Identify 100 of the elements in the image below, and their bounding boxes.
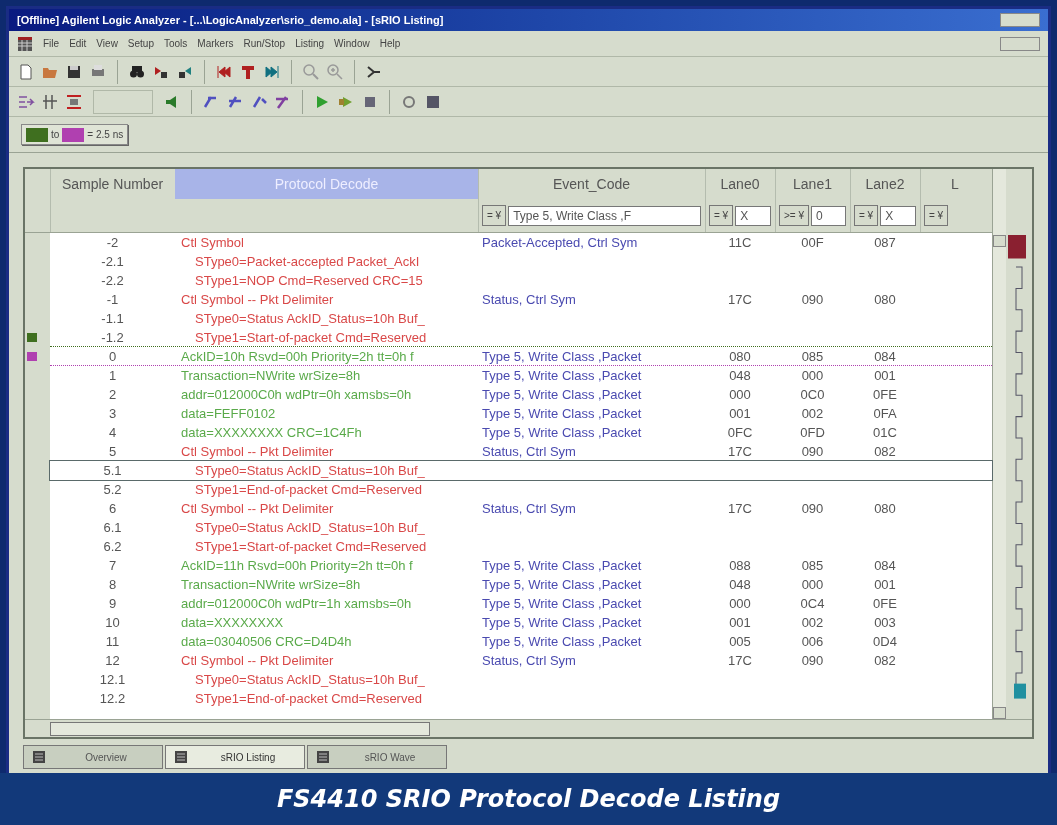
filter-operator[interactable]: = ¥ [709,205,734,226]
lane-value: 17C [727,502,753,515]
window-title: [Offline] Agilent Logic Analyzer - [...\LogicAnalyzer\srio_demo.ala] - [sRIO Listing] [17,12,444,28]
lane-value: 000 [800,578,825,591]
lane-value: 0FE [872,597,898,610]
event-code: Type 5, Write Class ,Packet [481,350,643,363]
sample-number: -2.2 [100,274,125,287]
lane-value: 090 [800,502,825,515]
lane-value: 048 [728,578,752,591]
event-code: Type 5, Write Class ,Packet [481,597,643,610]
lane-value: 0C0 [799,388,826,401]
column-header[interactable]: L [920,169,990,199]
menu-item[interactable]: Window [334,36,370,51]
decode-text: SType1=NOP Cmd=Reserved CRC=15 [194,272,424,289]
view-tab[interactable]: Overview [23,745,163,769]
decode-text: Ctl Symbol [180,234,245,251]
lane-value: 084 [873,350,897,363]
sample-number: 6.2 [102,540,123,553]
filter-operator[interactable]: = ¥ [482,205,507,226]
lane-value: 001 [728,407,752,420]
lane-value: 088 [728,559,752,572]
lane-value: 0FE [872,388,898,401]
column-header[interactable]: Lane1 [775,169,850,199]
event-code: Packet-Accepted, Ctrl Sym [481,236,639,249]
lane-value: 001 [728,616,752,629]
decode-text: AckID=10h Rsvd=00h Priority=2h tt=0h f [180,348,415,365]
lane-value: 006 [800,635,825,648]
column-header[interactable]: Lane2 [850,169,920,199]
selected-row[interactable]: 5.1 SType0=Status AckID_Status=10h Buf_ [50,461,992,480]
menu-item[interactable]: Help [379,36,401,51]
menu-item[interactable]: Setup [127,36,154,51]
lane-value: 000 [728,388,752,401]
event-code: Status, Ctrl Sym [481,502,577,515]
menu-item[interactable]: Listing [295,36,325,51]
lane-value: 0D4 [872,635,898,648]
event-code: Type 5, Write Class ,Packet [481,559,643,572]
lane-value: 0FC [726,426,754,439]
decode-text: SType0=Status AckID_Status=10h Buf_ [194,519,426,536]
sample-number: 5.1 [102,464,123,477]
filter-field[interactable]: X [735,205,771,226]
sample-number: 12 [104,654,121,667]
filter-field[interactable]: X [880,205,916,226]
decode-text: Ctl Symbol -- Pkt Delimiter [180,443,335,460]
lane-value: 17C [727,293,753,306]
lane-value: 11C [727,236,753,249]
decode-text: data=XXXXXXXX CRC=1C4Fh [180,424,363,441]
lane-value: 00F [800,236,825,249]
filter-field[interactable]: Type 5, Write Class ,F [508,205,701,226]
decode-text: SType0=Packet-accepted Packet_AckI [194,253,421,270]
event-code: Type 5, Write Class ,Packet [481,407,643,420]
filter-operator[interactable]: >= ¥ [779,205,810,226]
lane-value: 01C [872,426,898,439]
sample-number: -1.2 [100,331,125,344]
decode-text: Transaction=NWrite wrSize=8h [180,576,362,593]
sample-number: 2 [107,388,118,401]
event-code: Type 5, Write Class ,Packet [481,388,643,401]
decode-text: SType0=Status AckID_Status=10h Buf_ [194,671,426,688]
sample-number: -1 [105,293,120,306]
menu-item[interactable]: Run/Stop [243,36,286,51]
lane-value: 090 [800,293,825,306]
lane-value: 080 [728,350,752,363]
lane-value: 090 [800,445,825,458]
sample-number: -2.1 [100,255,125,268]
column-header[interactable]: Lane0 [705,169,775,199]
filter-operator[interactable]: = ¥ [854,205,879,226]
sample-number: 6 [107,502,118,515]
column-header[interactable]: Event_Code [478,169,705,199]
event-code: Status, Ctrl Sym [481,293,577,306]
lane-value: 003 [873,616,897,629]
sample-number: 6.1 [102,521,123,534]
menu-item[interactable]: Markers [197,36,234,51]
lane-value: 17C [727,445,753,458]
sample-number: 10 [104,616,121,629]
menu-item[interactable]: Edit [69,36,87,51]
lane-value: 001 [873,578,897,591]
view-tab[interactable]: sRIO Wave [307,745,447,769]
sample-number: 9 [107,597,118,610]
decode-text: data=XXXXXXXX [180,614,285,631]
lane-value: 002 [800,407,825,420]
menu-item[interactable]: File [43,36,60,51]
menu-item[interactable]: Tools [164,36,188,51]
filter-operator[interactable]: = ¥ [924,205,949,226]
event-code: Status, Ctrl Sym [481,654,577,667]
decode-text: SType0=Status AckID_Status=10h Buf_ [194,462,426,479]
menu-item[interactable]: View [96,36,118,51]
lane-value: 0C4 [799,597,826,610]
filter-field[interactable]: 0 [811,205,846,226]
lane-value: 000 [728,597,752,610]
sample-number: 12.1 [98,673,127,686]
marker-readout[interactable]: to = 2.5 ns [21,124,129,145]
lane-value: 080 [873,293,897,306]
lane-value: 17C [727,654,753,667]
column-header[interactable]: Sample Number [50,169,175,199]
view-tab[interactable]: sRIO Listing [165,745,305,769]
sample-number: 7 [107,559,118,572]
sample-number: -1.1 [100,312,125,325]
lane-value: 090 [800,654,825,667]
lane-value: 080 [873,502,897,515]
sample-number: 11 [104,635,121,648]
sample-number: 0 [107,350,118,363]
